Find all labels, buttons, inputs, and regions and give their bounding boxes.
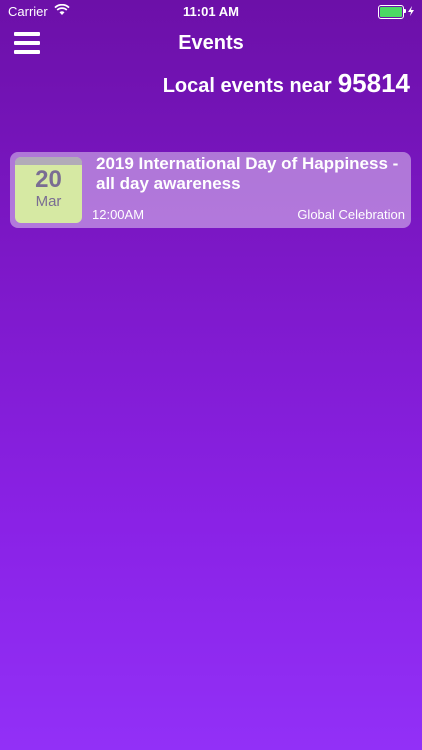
zip-code: 95814: [337, 68, 410, 98]
calendar-header: [15, 157, 82, 165]
calendar-icon: 20 Mar: [15, 157, 82, 223]
event-organizer: Global Celebration: [297, 207, 405, 222]
page-title: Events: [178, 32, 244, 54]
location-line: Local events near 95814: [163, 68, 410, 99]
battery-fill: [380, 6, 402, 17]
nav-bar: Events: [0, 22, 422, 66]
status-bar: Carrier 11:01 AM: [0, 0, 422, 22]
event-month: Mar: [35, 193, 62, 210]
event-title: 2019 International Day of Happiness - al…: [96, 154, 399, 193]
event-time: 12:00AM: [92, 207, 145, 222]
status-time: 11:01 AM: [183, 4, 239, 19]
event-card[interactable]: 20 Mar 2019 International Day of Happine…: [10, 152, 411, 228]
battery-icon: [378, 4, 406, 19]
status-right: [378, 4, 414, 19]
location-prefix: Local events near: [162, 75, 332, 97]
charging-icon: [408, 4, 414, 19]
event-day: 20: [35, 166, 62, 193]
